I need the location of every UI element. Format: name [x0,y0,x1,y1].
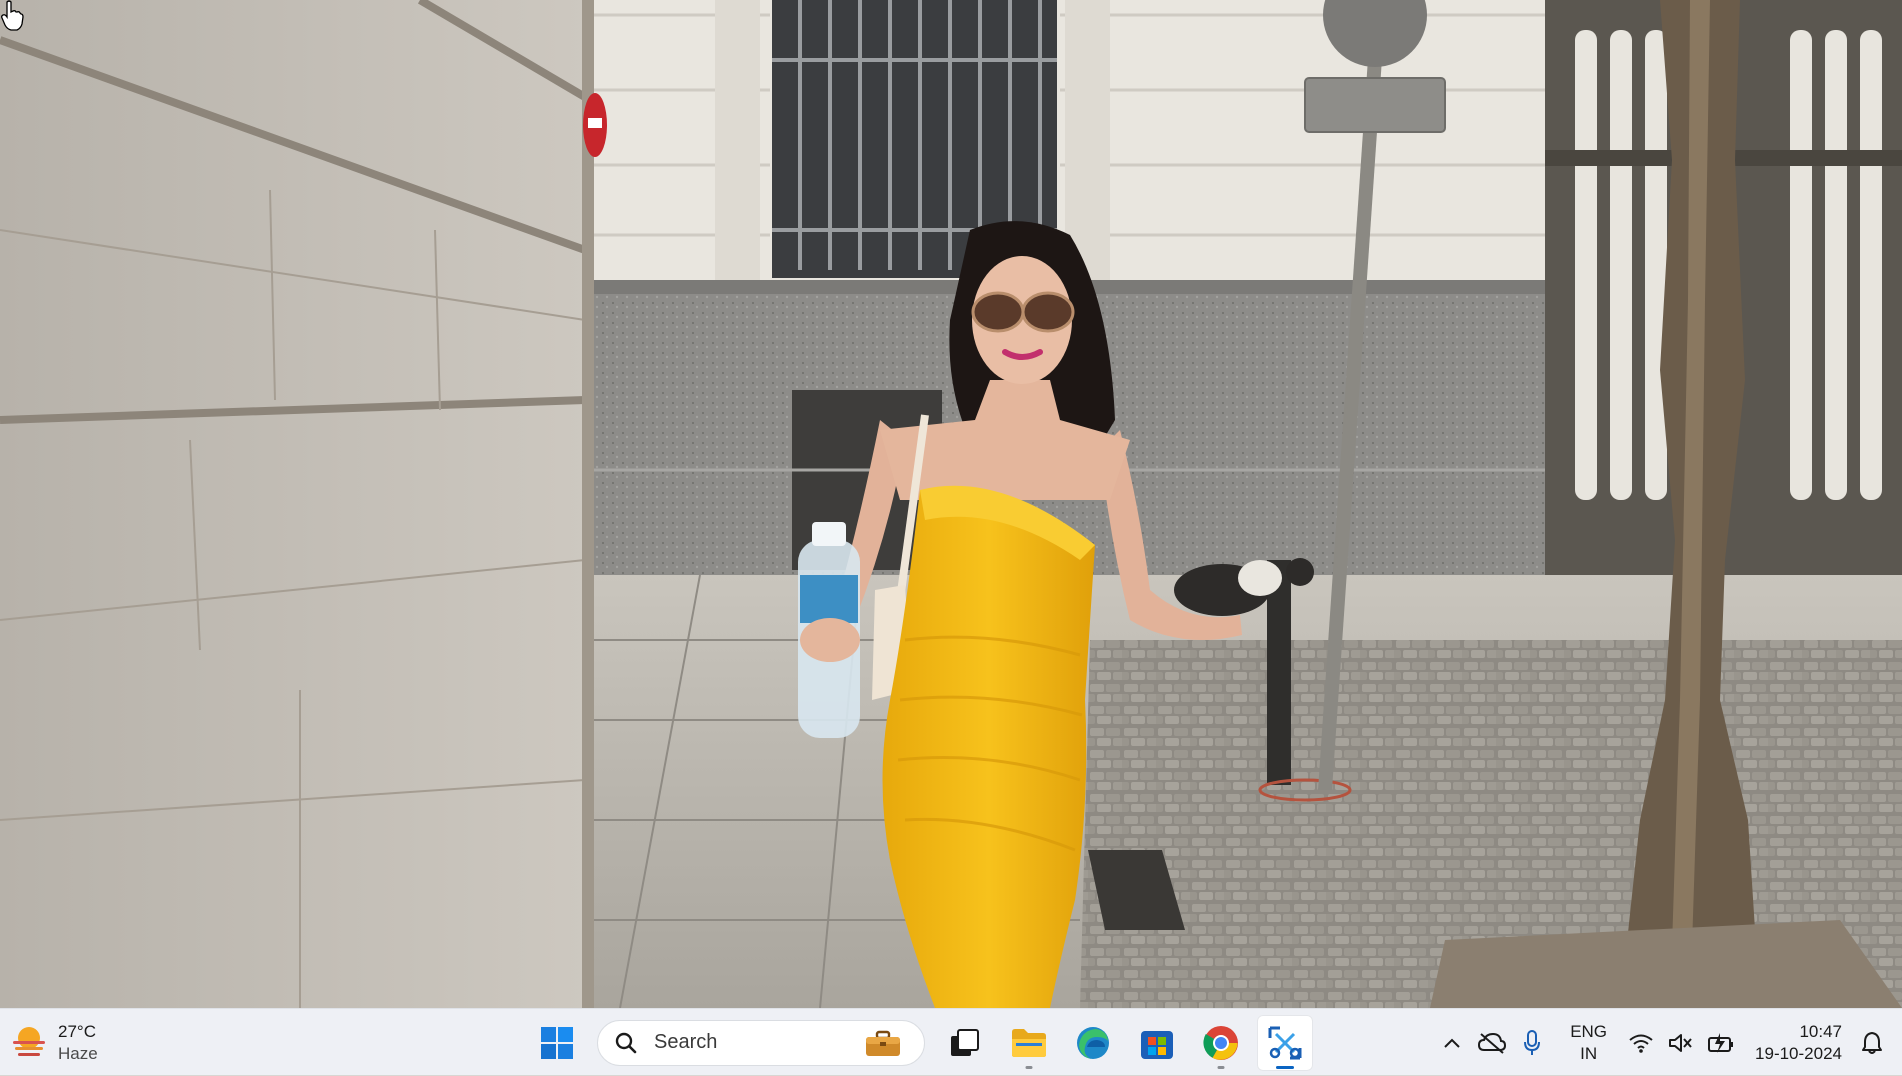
network-button[interactable] [1623,1023,1659,1063]
microphone-icon [1524,1029,1541,1055]
store-icon [1141,1030,1173,1059]
weather-temperature: 27°C [58,1022,96,1041]
briefcase-icon [866,1030,900,1056]
chrome-button[interactable] [1193,1015,1249,1071]
active-indicator [1276,1065,1294,1069]
start-button[interactable] [529,1015,585,1071]
microphone-button[interactable] [1514,1023,1550,1063]
notifications-button[interactable] [1854,1023,1890,1063]
battery-charging-icon [1708,1032,1734,1053]
taskbar-search-box[interactable]: Search [597,1019,925,1066]
clock-date: 19-10-2024 [1755,1043,1842,1063]
search-label: Search [654,1031,718,1053]
battery-button[interactable] [1703,1023,1739,1063]
cloud-offline-icon [1478,1032,1507,1054]
hand-pointer-icon [1,0,24,31]
volume-button[interactable] [1663,1023,1699,1063]
input-language-indicator[interactable]: ENG IN [1570,1021,1607,1065]
weather-condition: Haze [58,1044,98,1063]
bell-icon [1862,1031,1882,1054]
task-view-icon [951,1028,979,1056]
haze-sun-icon [13,1027,45,1056]
snipping-tool-icon [1268,1026,1302,1059]
search-highlight-badge[interactable] [856,1028,910,1060]
search-icon [615,1032,637,1053]
snipping-tool-button[interactable] [1257,1014,1313,1071]
system-tray: ENG IN 10:47 19-10-2024 [1432,1009,1902,1076]
taskbar-apps: Search [525,1009,1317,1076]
chevron-up-icon [1444,1038,1460,1048]
volume-muted-icon [1669,1033,1692,1052]
language-region: IN [1580,1043,1598,1063]
video-frame[interactable] [0,0,1902,1008]
microsoft-store-button[interactable] [1129,1015,1185,1071]
edge-button[interactable] [1065,1015,1121,1071]
file-explorer-button[interactable] [1001,1015,1057,1071]
windows-start-icon [541,1026,573,1059]
folder-icon [1012,1028,1046,1057]
onedrive-button[interactable] [1474,1023,1510,1063]
wifi-icon [1629,1034,1653,1053]
running-indicator [1025,1065,1033,1069]
show-hidden-icons-button[interactable] [1434,1023,1470,1063]
clock-time: 10:47 [1799,1021,1842,1041]
chrome-icon [1203,1025,1238,1060]
clock[interactable]: 10:47 19-10-2024 [1755,1021,1842,1065]
edge-icon [1077,1026,1109,1059]
taskbar: 27°C Haze Search ENG IN 10:47 19-10-2024 [0,1008,1902,1075]
task-view-button[interactable] [937,1015,993,1071]
running-indicator [1217,1065,1225,1069]
language-code: ENG [1570,1021,1608,1041]
street-scene-image [0,0,1902,1008]
weather-widget[interactable]: 27°C Haze [10,1019,98,1067]
